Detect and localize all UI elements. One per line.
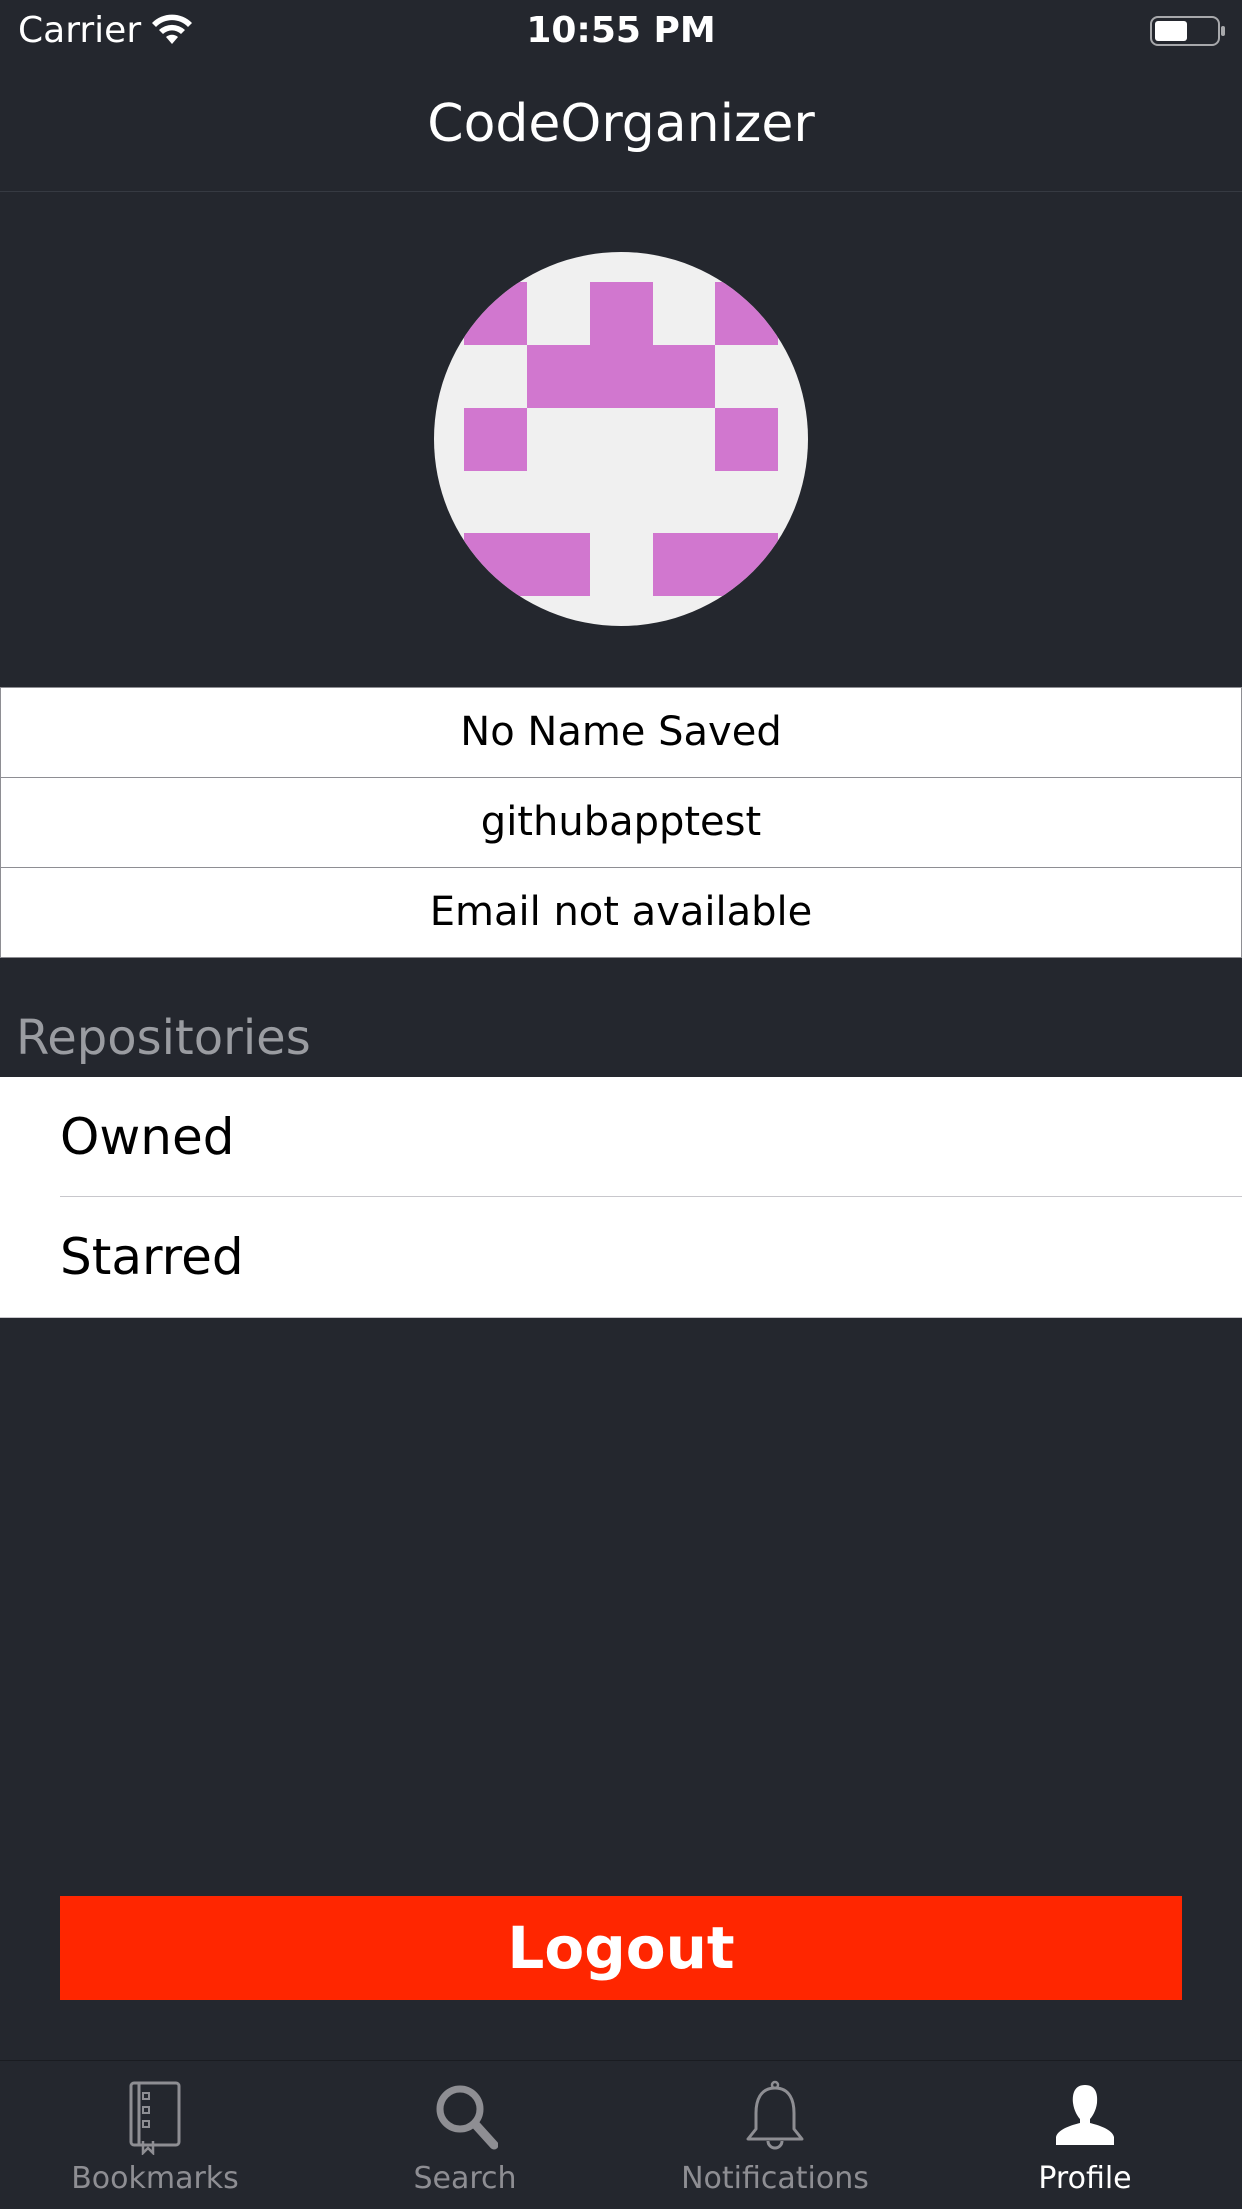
status-bar: Carrier 10:55 PM [0,0,1242,60]
owned-repositories-cell[interactable]: Owned [0,1077,1242,1197]
tab-profile[interactable]: Profile [930,2061,1240,2209]
repositories-table: Owned Starred [0,1077,1242,1318]
tab-bar: Bookmarks Search Notifications Profile [0,2060,1242,2209]
profile-icon [930,2079,1240,2155]
tab-profile-label: Profile [1038,2161,1132,2196]
profile-email: Email not available [0,867,1242,958]
tab-bookmarks-label: Bookmarks [71,2161,239,2196]
battery-icon [1150,16,1226,46]
bell-icon [620,2079,930,2155]
tab-notifications-label: Notifications [681,2161,869,2196]
navigation-bar: CodeOrganizer [0,60,1242,192]
logout-button[interactable]: Logout [60,1896,1182,2000]
tab-bookmarks[interactable]: Bookmarks [0,2061,310,2209]
nav-title: CodeOrganizer [427,94,815,154]
profile-login: githubapptest [0,777,1242,868]
profile-name: No Name Saved [0,687,1242,778]
tab-notifications[interactable]: Notifications [620,2061,930,2209]
bookmarks-icon [0,2079,310,2155]
owned-label: Owned [60,1108,235,1166]
starred-label: Starred [60,1228,244,1286]
tab-search-label: Search [413,2161,517,2196]
tab-search[interactable]: Search [310,2061,620,2209]
status-time: 10:55 PM [526,10,716,51]
starred-repositories-cell[interactable]: Starred [0,1197,1242,1317]
repositories-section-header: Repositories [16,1010,311,1066]
search-icon [310,2079,620,2155]
avatar [434,252,808,626]
